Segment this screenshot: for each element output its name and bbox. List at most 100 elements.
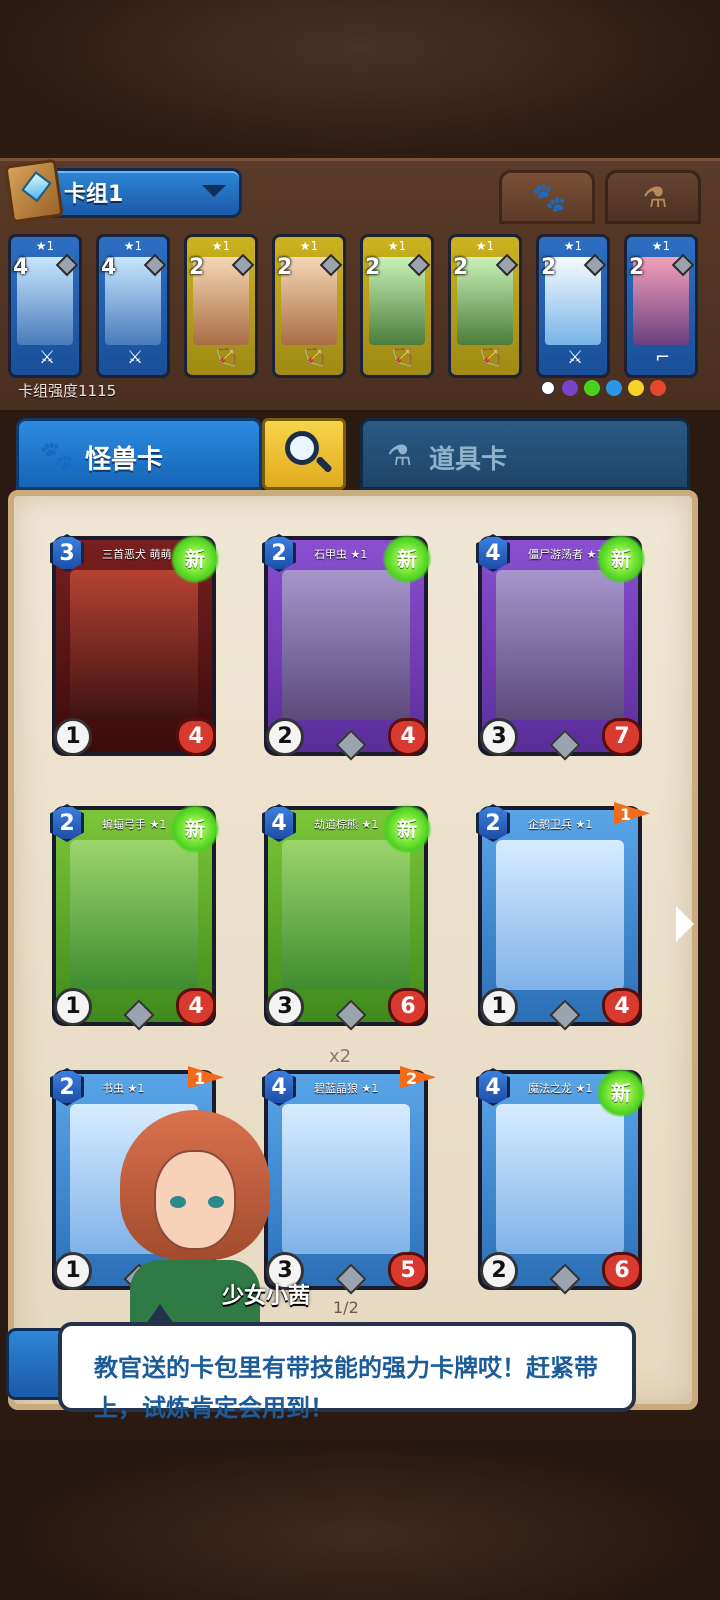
deck-card-star: ★1 [387,239,407,253]
card-art [496,840,624,990]
card-health: 4 [176,718,216,756]
card-cost: 2 [262,534,296,572]
dialog-page-count: 1/2 [333,1298,359,1317]
deck-card-cost: 2 [277,255,293,280]
card-cost: 4 [476,1068,510,1106]
deck-card-cost: 2 [189,255,205,280]
dialog-text: 教官送的卡包里有带技能的强力卡牌哎！赶紧带上，试炼肯定会用到！ [94,1354,598,1422]
girl-eye-right [208,1196,224,1208]
card-attack: 3 [480,718,518,756]
deck-card-cost: 2 [541,255,557,280]
chevron-down-icon[interactable] [202,185,226,197]
new-badge: 新 [170,534,220,584]
deck-card-strip: ★1 4 ⚔ ★1 4 ⚔ ★1 2 🏹 ★1 2 🏹 ★1 2 🏹 ★1 2 [8,234,712,380]
deck-card[interactable]: ★1 2 🏹 [360,234,434,378]
hook-icon: ⌐ [655,347,671,368]
deck-card-star: ★1 [123,239,143,253]
tab-item-cards[interactable]: ⚗ 道具卡 [360,418,690,490]
card-attack: 3 [266,988,304,1026]
gem-icon [335,729,367,761]
card-tile[interactable]: 僵尸游荡者 ★1 4 3 7 新 [476,534,646,761]
deck-card-star: ★1 [651,239,671,253]
bow-icon: 🏹 [303,347,326,368]
new-badge: 新 [596,1068,646,1118]
deck-card[interactable]: ★1 4 ⚔ [8,234,82,378]
next-page-arrow[interactable] [676,906,694,942]
search-button[interactable] [262,418,346,490]
fire-icon [650,380,666,396]
deck-card-star: ★1 [211,239,231,253]
tab-item-deck[interactable]: ⚗ [605,170,701,224]
deck-card[interactable]: ★1 2 🏹 [448,234,522,378]
deck-card-cost: 4 [13,255,29,280]
deck-name: 卡组1 [64,182,124,207]
deck-card[interactable]: ★1 2 🏹 [184,234,258,378]
card-health: 7 [602,718,642,756]
tab-monster-label: 怪兽卡 [85,445,164,475]
deck-card-star: ★1 [35,239,55,253]
deck-card-cost: 2 [453,255,469,280]
card-tile[interactable]: 魔法之龙 ★1 4 2 6 新 [476,1068,646,1295]
card-cost: 4 [262,1068,296,1106]
card-art [496,1104,624,1254]
card-tile[interactable]: 劫道棕熊 ★1 4 3 6 新 [262,804,432,1031]
bow-icon: 🏹 [479,347,502,368]
card-health: 6 [602,1252,642,1290]
gem-icon [335,1263,367,1295]
potion-icon: ⚗ [387,439,413,472]
duplicate-count: x2 [329,1046,352,1067]
card-art [70,840,198,990]
card-art [282,840,410,990]
new-badge: 新 [596,534,646,584]
neutral-icon [540,380,556,396]
card-attack: 2 [480,1252,518,1290]
card-tile[interactable]: 企鹅卫兵 ★1 2 1 4 1 [476,802,650,1031]
card-art [282,570,410,720]
deck-card-star: ★1 [299,239,319,253]
card-art [70,570,198,720]
card-tile[interactable]: 蝙蝠弓手 ★1 2 1 4 新 [50,804,220,1031]
shadow-icon [562,380,578,396]
paw-icon: 🐾 [531,181,567,214]
tab-item-label: 道具卡 [429,445,508,475]
deck-card-star: ★1 [475,239,495,253]
card-health: 4 [176,988,216,1026]
card-tile[interactable]: 石甲虫 ★1 2 2 4 新 [262,534,432,761]
new-badge: 新 [382,804,432,854]
tab-beast-deck[interactable]: 🐾 [499,170,595,224]
deck-card[interactable]: ★1 2 ⌐ [624,234,698,378]
bottom-background [0,1440,720,1600]
top-background [0,0,720,160]
deck-card[interactable]: ★1 4 ⚔ [96,234,170,378]
dialog-tail [146,1304,174,1324]
card-cost: 3 [50,534,84,572]
sword-icon: ⚔ [39,347,56,368]
card-tile[interactable]: 三首恶犬 萌萌 ★1 3 1 4 新 [50,534,220,756]
sword-icon: ⚔ [567,347,584,368]
card-art [282,1104,410,1254]
card-cost: 2 [50,804,84,842]
deck-card-cost: 2 [365,255,381,280]
dialog-box[interactable]: 教官送的卡包里有带技能的强力卡牌哎！赶紧带上，试炼肯定会用到！ [58,1322,636,1422]
card-cost: 4 [262,804,296,842]
potion-icon: ⚗ [642,181,668,214]
deck-card-star: ★1 [563,239,583,253]
card-health: 4 [602,988,642,1026]
deck-card[interactable]: ★1 2 ⚔ [536,234,610,378]
tab-monster-cards[interactable]: 🐾 怪兽卡 [16,418,262,490]
bow-icon: 🏹 [391,347,414,368]
search-icon-handle [315,455,333,474]
card-cost: 4 [476,534,510,572]
new-badge: 新 [170,804,220,854]
card-attack: 1 [480,988,518,1026]
card-tile[interactable]: 碧蓝晶狼 ★1 4 3 5 2 [262,1066,436,1295]
paw-icon: 🐾 [39,439,74,472]
card-health: 5 [388,1252,428,1290]
gem-icon [335,999,367,1031]
deck-card[interactable]: ★1 2 🏹 [272,234,346,378]
card-attack: 2 [266,718,304,756]
deck-card-cost: 2 [629,255,645,280]
deck-power: 卡组强度1115 [18,382,117,400]
card-attack: 1 [54,1252,92,1290]
card-attack: 1 [54,718,92,756]
